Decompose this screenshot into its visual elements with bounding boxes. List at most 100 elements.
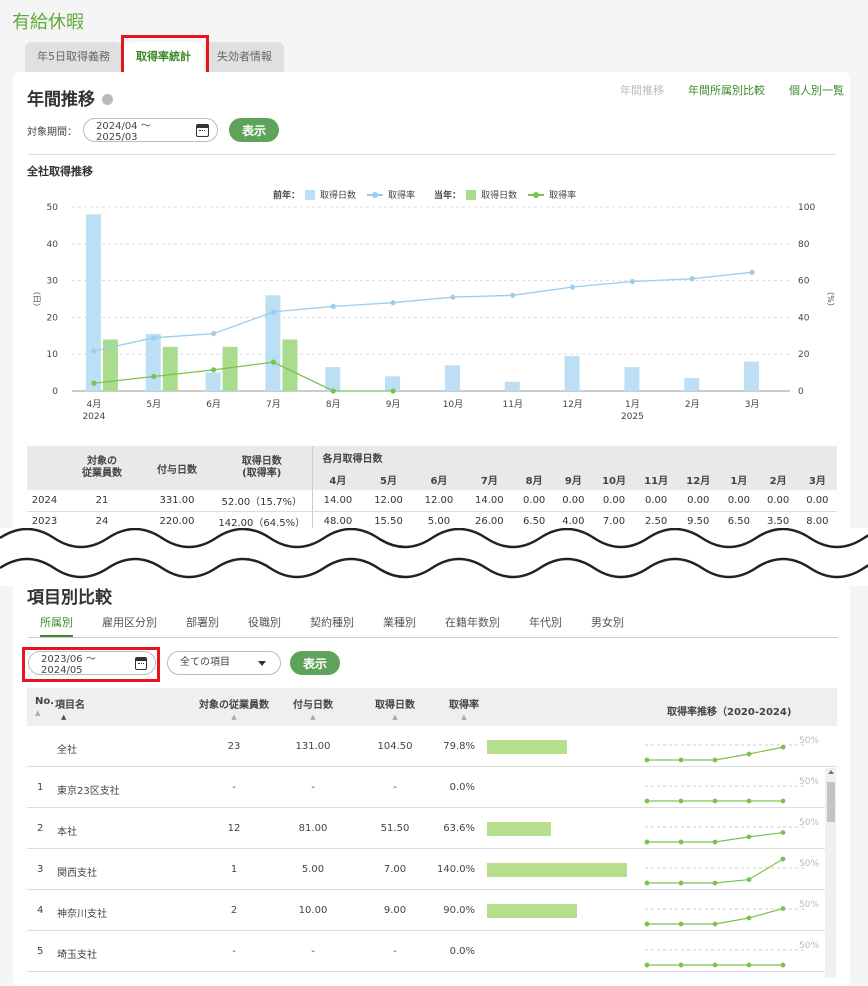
stats-month-header: 2月: [758, 468, 798, 490]
stats-month-header: 3月: [797, 468, 837, 490]
cell-rate: 90.0%: [443, 905, 475, 916]
stats-month-header: 11月: [635, 468, 678, 490]
cell-taken: 51.50: [380, 823, 410, 834]
line-前年: [93, 271, 753, 352]
tab-by-age[interactable]: 年代別: [529, 614, 562, 637]
calendar-icon[interactable]: [196, 123, 209, 137]
show-button[interactable]: 表示: [229, 118, 279, 142]
stats-cell: 52.00（15.7%）: [212, 490, 313, 512]
cell-name: 神奈川支社: [57, 909, 107, 920]
stats-month-header: 5月: [363, 468, 414, 490]
y2-tick-label: 40: [798, 313, 810, 323]
stats-header-taken: 取得日数 (取得率): [212, 446, 313, 490]
col-name[interactable]: 項目名 ▲: [55, 696, 85, 722]
link-annual-dept-compare[interactable]: 年間所属別比較: [688, 82, 765, 98]
sparkline-ref-label: 50%: [799, 736, 819, 746]
stats-month-header: 4月: [312, 468, 364, 490]
tab-expired-info[interactable]: 失効者情報: [205, 42, 284, 72]
bar-前年-4月: [85, 214, 101, 391]
link-annual-trend[interactable]: 年間推移: [620, 82, 664, 98]
sparkline-point: [678, 798, 684, 804]
y-tick-label: 30: [47, 277, 59, 287]
col-employees[interactable]: 対象の従業員数 ▲: [199, 696, 269, 722]
table-row[interactable]: 1 東京23区支社 - - - 0.0% 50%: [27, 767, 837, 808]
tab-5day-obligation[interactable]: 年5日取得義務: [25, 42, 122, 72]
compare-tabs: 所属別 雇用区分別 部署別 役職別 契約種別 業種別 在籍年数別 年代別 男女別: [28, 614, 838, 638]
point-前年-6月: [210, 330, 217, 337]
col-rate[interactable]: 取得率 ▲: [440, 696, 488, 722]
x-tick-label: 5月: [146, 399, 161, 410]
tab-by-employment[interactable]: 雇用区分別: [102, 614, 157, 637]
col-granted[interactable]: 付与日数 ▲: [285, 696, 341, 722]
app-title: 有給休暇: [12, 12, 84, 33]
bar-当年-5月: [162, 346, 178, 391]
tab-by-tenure[interactable]: 在籍年数別: [445, 614, 500, 637]
x-year-label: 2025: [621, 412, 644, 422]
col-taken[interactable]: 取得日数 ▲: [367, 696, 423, 722]
stats-month-header: 8月: [514, 468, 554, 490]
scroll-up-icon[interactable]: [828, 770, 834, 774]
sparkline-point: [780, 962, 786, 968]
sparkline-point: [780, 830, 786, 835]
point-前年-1月: [629, 278, 636, 285]
sort-icon: ▲: [310, 713, 316, 721]
bar-前年-5月: [145, 333, 161, 391]
cell-employees: -: [232, 782, 236, 793]
cell-employees: 2: [230, 905, 238, 916]
table-row[interactable]: 4 神奈川支社 2 10.00 9.00 90.0% 50%: [27, 890, 837, 931]
sparkline-point: [678, 880, 684, 886]
col-no[interactable]: No. ▲: [35, 696, 54, 718]
scrollbar[interactable]: [825, 768, 836, 978]
point-前年-11月: [510, 292, 516, 298]
col-granted-label: 付与日数: [293, 700, 333, 711]
stats-table: 対象の 従業員数 付与日数 取得日数 (取得率) 各月取得日数 4月 5月 6月 7月…: [27, 446, 837, 533]
bar-前年-3月: [744, 361, 760, 391]
bar-前年-10月: [444, 365, 460, 391]
y-tick-label: 10: [47, 350, 59, 360]
cell-name: 関西支社: [57, 868, 97, 879]
trend-sparkline: 50%: [644, 777, 819, 804]
tab-by-position[interactable]: 役職別: [248, 614, 281, 637]
tab-by-contract[interactable]: 契約種別: [310, 614, 354, 637]
sparkline-point: [780, 856, 786, 862]
chart-section-title: 全社取得推移: [27, 165, 93, 178]
bar-前年-11月: [504, 381, 520, 391]
link-individual-list[interactable]: 個人別一覧: [789, 82, 844, 98]
scroll-thumb[interactable]: [827, 782, 835, 822]
y2-tick-label: 0: [798, 387, 804, 397]
bar-前年-6月: [205, 372, 221, 391]
tab-by-dept-affiliation[interactable]: 所属別: [40, 614, 73, 637]
stats-cell: 12.00: [363, 490, 414, 512]
y2-tick-label: 60: [798, 277, 810, 287]
y-tick-label: 0: [52, 387, 58, 397]
item-select[interactable]: 全ての項目: [167, 651, 281, 675]
table-row[interactable]: 2 本社 12 81.00 51.50 63.6% 50%: [27, 808, 837, 849]
col-rate-label: 取得率: [449, 700, 479, 711]
tab-by-department[interactable]: 部署別: [186, 614, 219, 637]
table-row[interactable]: 3 関西支社 1 5.00 7.00 140.0% 50%: [27, 849, 837, 890]
info-icon[interactable]: [102, 94, 113, 105]
sparkline-point: [678, 839, 684, 845]
sparkline-point: [746, 751, 752, 757]
x-tick-label: 7月: [266, 399, 281, 410]
sort-icon: ▲: [35, 709, 41, 717]
point-当年-4月: [91, 380, 97, 386]
sparkline-point: [712, 962, 718, 968]
stats-header-employees: 対象の 従業員数: [62, 446, 142, 490]
sparkline-point: [746, 962, 752, 968]
table-row[interactable]: 5 埼玉支社 - - - 0.0% 50%: [27, 931, 837, 972]
compare-show-button[interactable]: 表示: [290, 651, 340, 675]
table-row[interactable]: 全社 23 131.00 104.50 79.8% 50%: [27, 726, 837, 767]
tab-by-industry[interactable]: 業種別: [383, 614, 416, 637]
sparkline-point: [712, 880, 718, 886]
period-date-field[interactable]: 2024/04 ～ 2025/03: [83, 118, 218, 143]
y2-tick-label: 80: [798, 240, 810, 250]
cell-no: 3: [37, 864, 44, 875]
stats-cell: 12.00: [413, 490, 465, 512]
sparkline-point: [746, 834, 752, 840]
tab-by-gender[interactable]: 男女別: [591, 614, 624, 637]
stats-cell: 21: [62, 490, 142, 512]
period-date-value: 2024/04 ～ 2025/03: [96, 121, 151, 143]
highlight-box-tab: [121, 35, 209, 77]
sparkline-point: [746, 798, 752, 804]
